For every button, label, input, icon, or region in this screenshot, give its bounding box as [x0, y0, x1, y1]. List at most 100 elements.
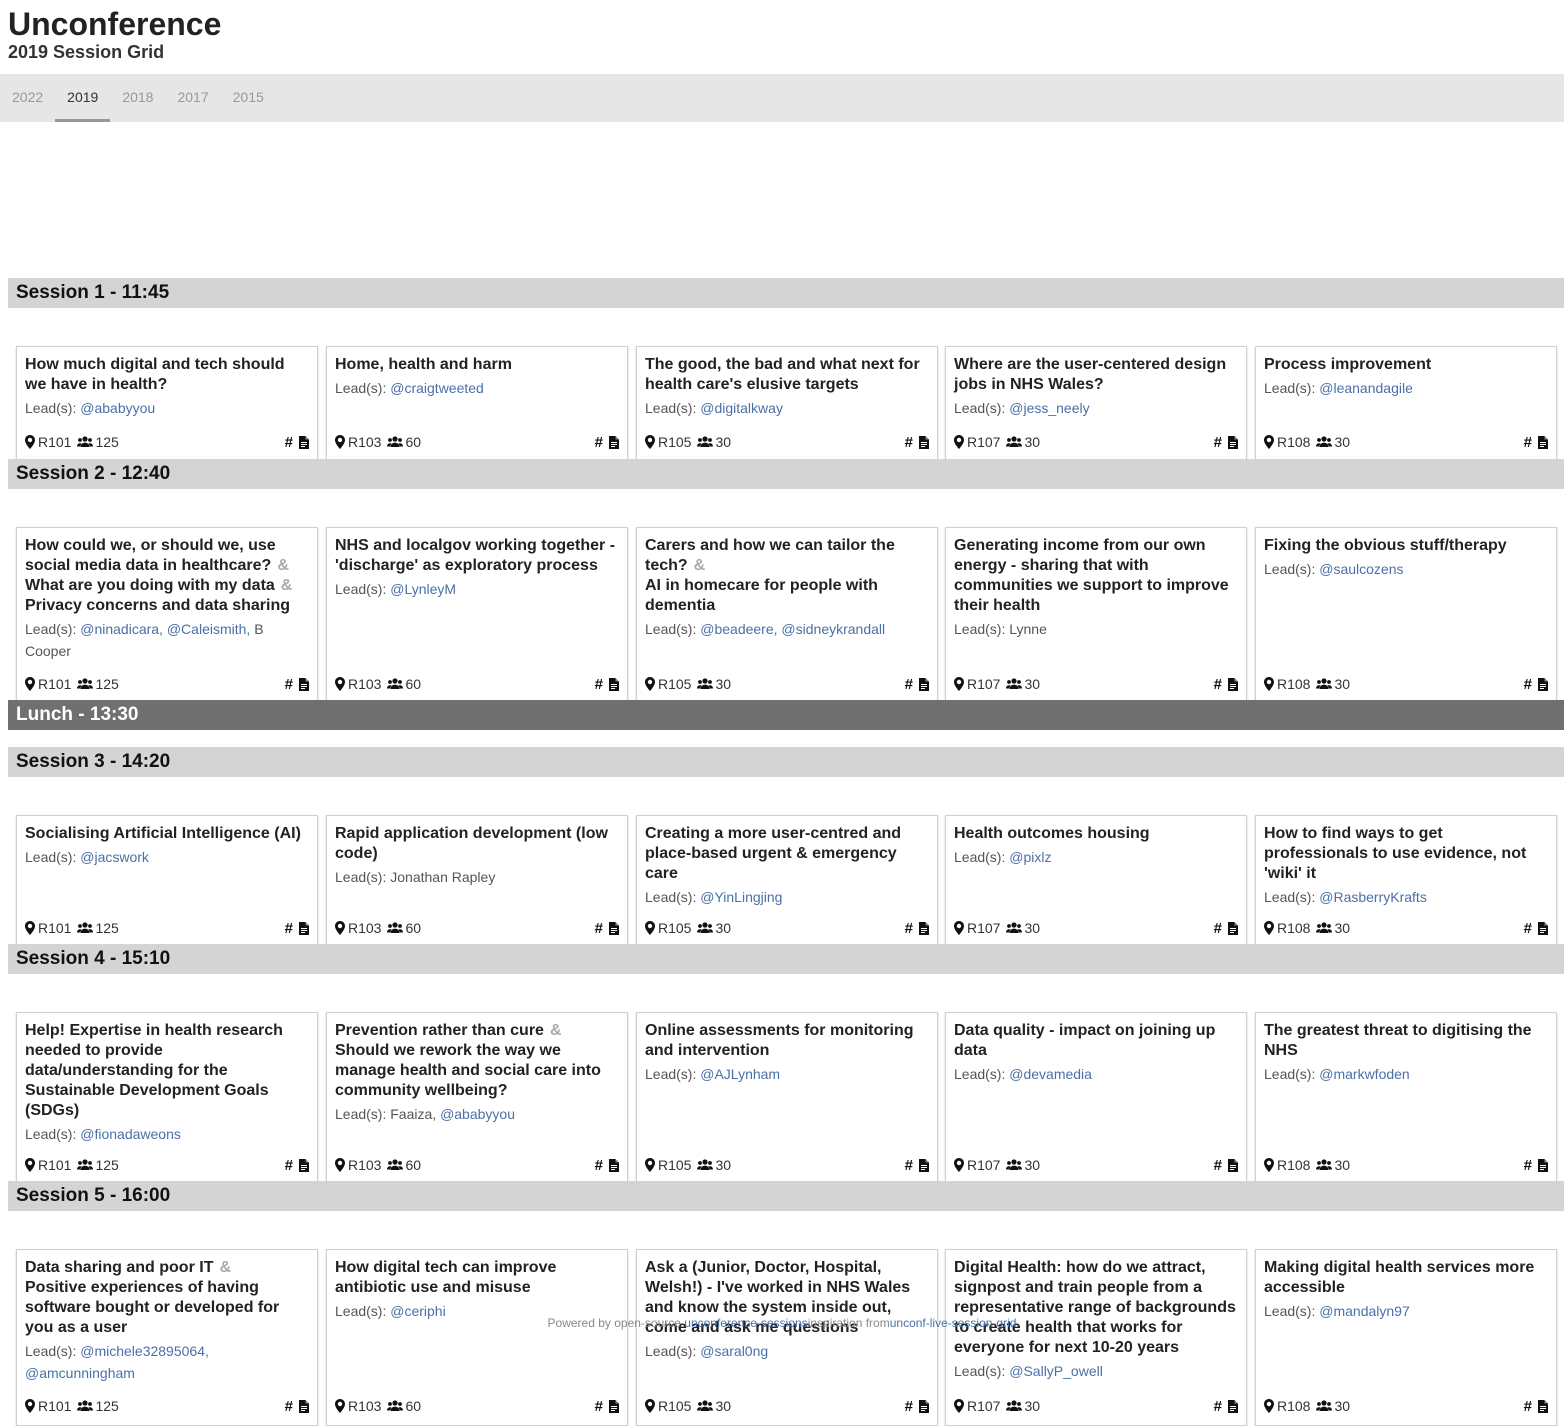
session-card[interactable]: Creating a more user-centred and place-b… [636, 815, 938, 948]
hashtag-icon[interactable]: # [1524, 1157, 1532, 1174]
document-icon[interactable] [919, 1399, 929, 1413]
document-icon[interactable] [919, 435, 929, 449]
hashtag-icon[interactable]: # [1214, 434, 1222, 451]
session-card[interactable]: Prevention rather than cure & Should we re… [326, 1012, 628, 1185]
document-icon[interactable] [1228, 435, 1238, 449]
lead-handle-link[interactable]: @fionadaweons [80, 1126, 181, 1142]
hashtag-icon[interactable]: # [595, 920, 603, 937]
document-icon[interactable] [299, 921, 309, 935]
document-icon[interactable] [609, 435, 619, 449]
session-card[interactable]: How to find ways to get professionals to… [1255, 815, 1557, 948]
hashtag-icon[interactable]: # [1524, 1398, 1532, 1415]
lead-handle-link[interactable]: @YinLingjing [700, 889, 782, 905]
document-icon[interactable] [1538, 1399, 1548, 1413]
document-icon[interactable] [1228, 677, 1238, 691]
lead-handle-link[interactable]: @Caleismith, [167, 621, 250, 637]
document-icon[interactable] [299, 1158, 309, 1172]
session-card[interactable]: NHS and localgov working together - 'dis… [326, 527, 628, 704]
hashtag-icon[interactable]: # [905, 676, 913, 693]
footer-link-unconf-live-session-grid[interactable]: unconf-live-session-grid [890, 1316, 1017, 1330]
hashtag-icon[interactable]: # [1524, 920, 1532, 937]
lead-handle-link[interactable]: @michele32895064, [80, 1343, 209, 1359]
lead-handle-link[interactable]: @saral0ng [700, 1343, 768, 1359]
session-card[interactable]: How could we, or should we, use social m… [16, 527, 318, 704]
lead-handle-link[interactable]: @ababyyou [80, 400, 155, 416]
hashtag-icon[interactable]: # [905, 434, 913, 451]
document-icon[interactable] [1228, 1158, 1238, 1172]
tab-year-2015[interactable]: 2015 [221, 74, 276, 122]
document-icon[interactable] [609, 1158, 619, 1172]
tab-year-2017[interactable]: 2017 [165, 74, 220, 122]
session-card[interactable]: Data quality - impact on joining up data… [945, 1012, 1247, 1185]
document-icon[interactable] [919, 677, 929, 691]
hashtag-icon[interactable]: # [595, 1398, 603, 1415]
document-icon[interactable] [1538, 921, 1548, 935]
session-card[interactable]: Digital Health: how do we attract, signp… [945, 1249, 1247, 1426]
lead-handle-link[interactable]: @saulcozens [1319, 561, 1403, 577]
document-icon[interactable] [299, 1399, 309, 1413]
session-card[interactable]: Health outcomes housing Lead(s): @pixlz R1… [945, 815, 1247, 948]
document-icon[interactable] [609, 921, 619, 935]
session-card[interactable]: The greatest threat to digitising the NH… [1255, 1012, 1557, 1185]
lead-handle-link[interactable]: @markwfoden [1319, 1066, 1409, 1082]
hashtag-icon[interactable]: # [905, 1398, 913, 1415]
document-icon[interactable] [1538, 677, 1548, 691]
session-card[interactable]: Carers and how we can tailor the tech? & A… [636, 527, 938, 704]
session-card[interactable]: The good, the bad and what next for heal… [636, 346, 938, 462]
tab-year-2018[interactable]: 2018 [110, 74, 165, 122]
document-icon[interactable] [1228, 921, 1238, 935]
document-icon[interactable] [609, 1399, 619, 1413]
hashtag-icon[interactable]: # [285, 920, 293, 937]
hashtag-icon[interactable]: # [285, 1398, 293, 1415]
session-card[interactable]: Generating income from our own energy - … [945, 527, 1247, 704]
lead-handle-link[interactable]: @SallyP_owell [1009, 1363, 1103, 1379]
hashtag-icon[interactable]: # [1214, 676, 1222, 693]
lead-handle-link[interactable]: @jess_neely [1009, 400, 1089, 416]
session-card[interactable]: Socialising Artificial Intelligence (AI)… [16, 815, 318, 948]
document-icon[interactable] [1538, 435, 1548, 449]
session-card[interactable]: Where are the user-centered design jobs … [945, 346, 1247, 462]
hashtag-icon[interactable]: # [595, 676, 603, 693]
hashtag-icon[interactable]: # [1524, 434, 1532, 451]
session-card[interactable]: Home, health and harm Lead(s): @craigtwee… [326, 346, 628, 462]
lead-handle-link[interactable]: @pixlz [1009, 849, 1051, 865]
lead-handle-link[interactable]: @craigtweeted [390, 380, 484, 396]
session-card[interactable]: How much digital and tech should we have… [16, 346, 318, 462]
hashtag-icon[interactable]: # [1214, 1157, 1222, 1174]
lead-handle-link[interactable]: @digitalkway [700, 400, 783, 416]
hashtag-icon[interactable]: # [595, 1157, 603, 1174]
session-card[interactable]: Process improvement Lead(s): @leanandagil… [1255, 346, 1557, 462]
session-card[interactable]: Ask a (Junior, Doctor, Hospital, Welsh!)… [636, 1249, 938, 1426]
lead-handle-link[interactable]: @LynleyM [390, 581, 456, 597]
document-icon[interactable] [1538, 1158, 1548, 1172]
hashtag-icon[interactable]: # [1214, 1398, 1222, 1415]
hashtag-icon[interactable]: # [285, 1157, 293, 1174]
footer-link-unconference-sessions[interactable]: unconference-sessions [684, 1316, 807, 1330]
hashtag-icon[interactable]: # [285, 434, 293, 451]
hashtag-icon[interactable]: # [1524, 676, 1532, 693]
lead-handle-link[interactable]: @ninadicara, [80, 621, 163, 637]
document-icon[interactable] [919, 1158, 929, 1172]
hashtag-icon[interactable]: # [905, 1157, 913, 1174]
lead-handle-link[interactable]: @jacswork [80, 849, 149, 865]
hashtag-icon[interactable]: # [905, 920, 913, 937]
tab-year-2022[interactable]: 2022 [0, 74, 55, 122]
lead-handle-link[interactable]: @RasberryKrafts [1319, 889, 1427, 905]
document-icon[interactable] [1228, 1399, 1238, 1413]
hashtag-icon[interactable]: # [1214, 920, 1222, 937]
lead-handle-link[interactable]: @sidneykrandall [781, 621, 885, 637]
document-icon[interactable] [299, 677, 309, 691]
session-card[interactable]: Online assessments for monitoring and in… [636, 1012, 938, 1185]
document-icon[interactable] [919, 921, 929, 935]
lead-handle-link[interactable]: @AJLynham [700, 1066, 780, 1082]
session-card[interactable]: Help! Expertise in health research neede… [16, 1012, 318, 1185]
lead-handle-link[interactable]: @beadeere, [700, 621, 777, 637]
tab-year-2019[interactable]: 2019 [55, 74, 111, 122]
lead-handle-link[interactable]: @leanandagile [1319, 380, 1413, 396]
session-card[interactable]: Data sharing and poor IT & Positive experi… [16, 1249, 318, 1426]
session-card[interactable]: Making digital health services more acce… [1255, 1249, 1557, 1426]
session-card[interactable]: Rapid application development (low code)… [326, 815, 628, 948]
document-icon[interactable] [299, 435, 309, 449]
hashtag-icon[interactable]: # [595, 434, 603, 451]
session-card[interactable]: Fixing the obvious stuff/therapy Lead(s):… [1255, 527, 1557, 704]
